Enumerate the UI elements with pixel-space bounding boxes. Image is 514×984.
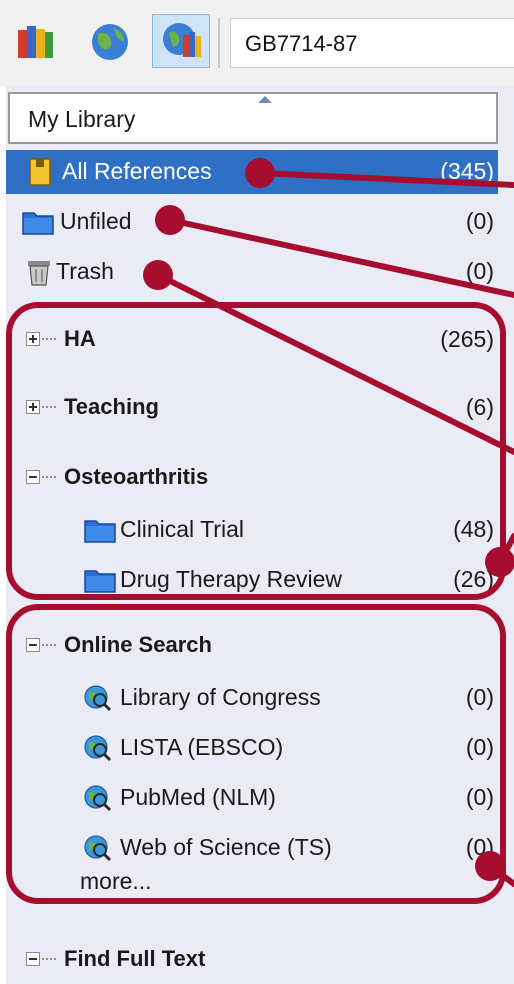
my-library-title: My Library — [28, 106, 136, 132]
my-library-header[interactable]: My Library — [8, 92, 498, 144]
trash-label: Trash — [56, 258, 114, 284]
annotation-box-online-search — [6, 604, 506, 904]
unfiled-item[interactable]: Unfiled (0) — [6, 200, 498, 244]
online-search-icon[interactable] — [88, 20, 132, 64]
sort-arrow-icon — [258, 96, 272, 103]
all-references-item[interactable]: All References (345) — [6, 150, 498, 194]
integrated-library-icon[interactable] — [152, 14, 210, 68]
trash-count: (0) — [465, 258, 494, 284]
output-style-value: GB7714-87 — [245, 31, 358, 56]
trash-item[interactable]: Trash (0) — [6, 250, 498, 294]
group-set-find-full-text[interactable]: Find Full Text — [6, 938, 498, 982]
toolbar: GB7714-87 — [0, 0, 514, 87]
all-references-icon — [28, 158, 52, 191]
unfiled-folder-icon — [22, 208, 54, 241]
annotation-box-groups — [6, 302, 506, 600]
trash-icon — [26, 258, 52, 291]
unfiled-label: Unfiled — [60, 208, 132, 234]
toolbar-separator — [218, 18, 220, 68]
group-set-label: Find Full Text — [64, 946, 206, 971]
local-library-icon[interactable] — [14, 20, 58, 64]
output-style-select[interactable]: GB7714-87 — [230, 18, 514, 68]
tree-connector — [42, 958, 56, 960]
all-references-label: All References — [62, 158, 212, 184]
collapse-icon[interactable] — [26, 952, 40, 966]
unfiled-count: (0) — [465, 208, 494, 234]
all-references-count: (345) — [440, 158, 494, 184]
